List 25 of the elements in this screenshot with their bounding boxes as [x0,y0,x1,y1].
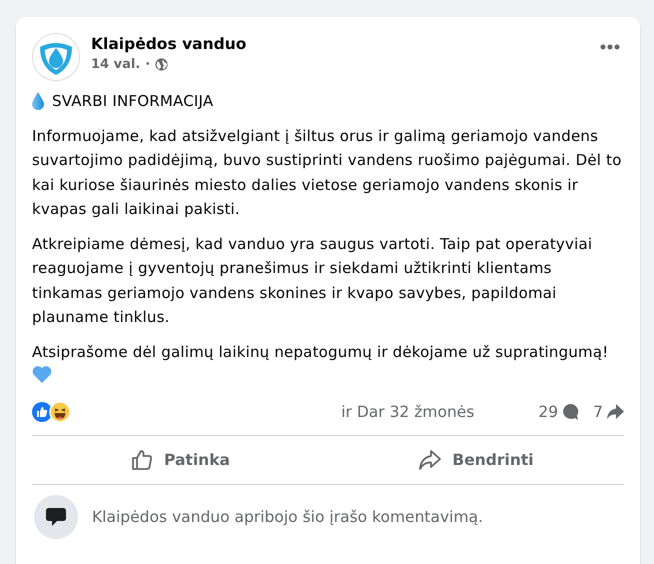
share-count[interactable]: 7 [593,402,624,420]
post-paragraph: Atkreipiame dėmesį, kad vanduo yra saugus vartoti. Taip pat operatyviai reaguojame į gyventojų pranešimus ir siekdami užtikrinti klientams tinkamas geriamojo vandens skonines ir kvapo savybes, papildomai plauname tinklus. [32,234,594,328]
post-paragraph: Informuojame, kad atsižvelgiant į šiltus orus ir galimą geriamojo vandens suvartojimo padidėjimą, buvo sustiprinti vandens ruošimo pajėgumai. Dėl to kai kuriose šiaurinės miesto dalies vietose geriamojo vandens skonis ir kvapas gali laikinai pakisti. [32,126,623,220]
thumbs-up-icon [130,448,154,472]
water-drop-icon [32,92,44,110]
author-name[interactable]: Klaipėdos vanduo [91,35,585,53]
comment-count[interactable]: 29 [538,402,580,420]
more-icon [600,44,620,50]
post-paragraph: Atsiprašome dėl galimų laikinų nepatogumų ir dėkojame už supratingumą! [32,340,624,388]
like-reaction-icon[interactable] [32,402,52,422]
water-drop-logo[interactable] [32,33,80,81]
like-button[interactable]: Patinka [32,436,328,484]
laughing-reaction-icon[interactable] [49,400,71,422]
comment-restriction-notice: Klaipėdos vanduo apribojo šio įrašo komentavimą. [92,508,483,526]
post-heading: SVARBI INFORMACIJA [52,91,214,112]
share-icon [606,402,624,420]
globe-icon [155,58,168,71]
heart-icon [32,366,52,384]
post-time[interactable]: 14 val. [91,57,140,72]
comment-bubble-icon [34,494,78,538]
separator-dot: · [145,57,150,72]
comment-icon [561,402,580,420]
share-button[interactable]: Bendrinti [328,436,624,484]
share-arrow-icon [418,448,442,472]
reaction-count[interactable]: ir Dar 32 žmonės [341,402,474,420]
